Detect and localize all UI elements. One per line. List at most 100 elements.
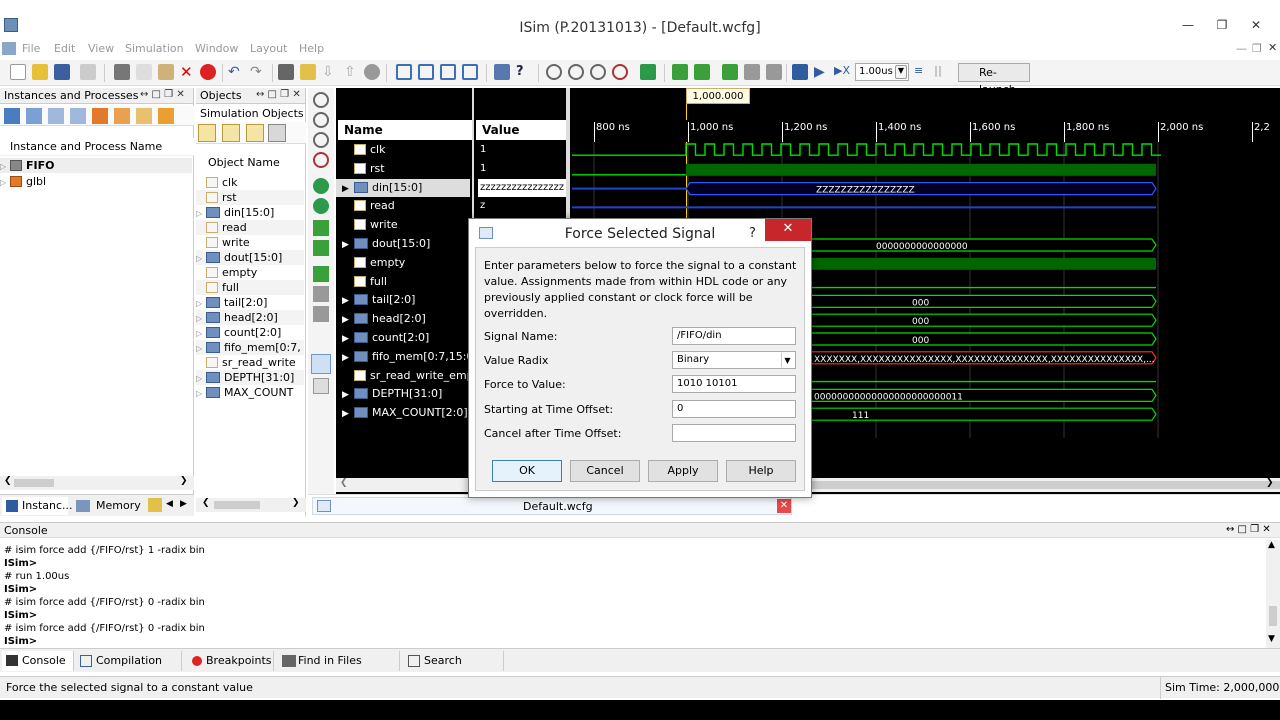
object-item[interactable]: ▷ tail[2:0] (196, 295, 304, 310)
break-icon[interactable]: || (934, 64, 950, 80)
restore-icon[interactable]: ❐ (1210, 18, 1234, 34)
block-filter-icon[interactable] (92, 108, 108, 124)
force-value-input[interactable]: 1010 10101 (672, 375, 796, 393)
zoom-in-icon[interactable] (313, 92, 329, 108)
new-file-icon[interactable] (10, 64, 26, 80)
run-time-dropdown-icon[interactable]: ▼ (895, 65, 907, 79)
wave-signal-row[interactable]: ▶ count[2:0] (336, 329, 470, 347)
wave-signal-row[interactable]: rst (336, 160, 470, 178)
wave-signal-row[interactable]: ▶ DEPTH[31:0] (336, 385, 470, 403)
cut-icon[interactable] (114, 64, 130, 80)
object-item[interactable]: ▷ din[15:0] (196, 205, 304, 220)
arrow-down-icon[interactable]: ⇩ (322, 64, 338, 80)
object-item[interactable]: ▷ MAX_COUNT (196, 385, 304, 400)
step-icon[interactable] (722, 64, 738, 80)
object-item[interactable]: rst (196, 190, 304, 205)
vhdl-filter-icon[interactable] (114, 108, 130, 124)
sort-icon[interactable] (136, 108, 152, 124)
previous-transition-icon[interactable] (313, 220, 329, 236)
undo-icon[interactable]: ↶ (228, 64, 244, 80)
scroll-right-icon[interactable]: ❯ (1266, 478, 1274, 488)
wave-signal-row[interactable]: ▶ fifo_mem[0:7,15:0] (336, 348, 478, 366)
expand-icon[interactable]: ▶ (336, 330, 354, 348)
object-item[interactable]: write (196, 235, 304, 250)
panel-controls-icon[interactable]: ↔ □ ❐ ✕ (140, 89, 185, 100)
save-icon[interactable] (54, 64, 70, 80)
restart-icon[interactable] (672, 64, 688, 80)
tools-icon[interactable] (494, 64, 510, 80)
cascade-icon[interactable] (396, 64, 412, 80)
wave-signal-row[interactable]: ▶ dout[15:0] (336, 235, 470, 253)
expand-icon[interactable]: ▶ (336, 311, 354, 329)
help-mark-icon[interactable]: ? (749, 219, 756, 249)
wave-signal-row[interactable]: clk (336, 141, 470, 159)
console-vscrollbar[interactable]: ▲ ▼ (1266, 540, 1280, 648)
menu-simulation[interactable]: Simulation (125, 42, 184, 55)
object-item[interactable]: ▷ DEPTH[31:0] (196, 370, 304, 385)
wave-signal-row[interactable]: full (336, 273, 470, 291)
object-column-header[interactable]: Object Name (196, 154, 306, 172)
tab-breakpoints[interactable]: Breakpoints (186, 651, 274, 671)
restart-sim-icon[interactable] (792, 64, 808, 80)
run-for-icon[interactable]: ▶X (834, 64, 850, 80)
menu-window[interactable]: Window (195, 42, 238, 55)
expand-icon[interactable]: ▶ (336, 292, 354, 310)
value-column-header[interactable]: Value (476, 120, 566, 140)
zoom-cursor-icon[interactable] (612, 64, 628, 80)
wave-signal-row[interactable]: write (336, 216, 470, 234)
swap-cursors-icon[interactable] (311, 354, 331, 374)
add-marker-icon[interactable] (313, 266, 329, 282)
sync-icon[interactable] (158, 108, 174, 124)
wave-signal-row[interactable]: ▶ head[2:0] (336, 310, 470, 328)
dialog-close-icon[interactable]: ✕ (765, 219, 811, 241)
find-next-icon[interactable] (300, 64, 316, 80)
open-folder-icon[interactable] (32, 64, 48, 80)
ok-button[interactable]: OK (492, 460, 562, 482)
mdi-child-icon[interactable] (2, 42, 16, 55)
expand-icon[interactable]: ▶ (336, 386, 354, 404)
wave-signal-row[interactable]: ▶ din[15:0] (336, 178, 470, 198)
expand-icon[interactable]: ▶ (336, 180, 354, 198)
expand-icon[interactable]: ▶ (336, 405, 354, 423)
tab-scroll-left-icon[interactable]: ◀ (166, 499, 173, 509)
find-icon[interactable] (278, 64, 294, 80)
object-item[interactable]: ▷ dout[15:0] (196, 250, 304, 265)
clear-icon[interactable] (364, 64, 380, 80)
zoom-cursor-icon[interactable] (313, 152, 329, 168)
output-ports-icon[interactable] (222, 124, 240, 142)
go-to-time-zero-icon[interactable] (313, 178, 329, 194)
tab-search-results[interactable]: Search Results (404, 651, 504, 687)
stop-icon[interactable] (200, 64, 216, 80)
process-filter-icon[interactable] (26, 108, 42, 124)
chevron-down-icon[interactable]: ▼ (781, 353, 793, 367)
objects-hscrollbar[interactable]: ❮ ❯ (196, 498, 306, 512)
cancel-offset-input[interactable] (672, 424, 796, 442)
close-icon[interactable]: ✕ (1244, 18, 1268, 34)
name-column-header[interactable]: Name (338, 120, 472, 140)
signal-filter-icon[interactable] (48, 108, 64, 124)
zoom-fit-icon[interactable] (313, 132, 329, 148)
console-output[interactable]: # isim force add {/FIFO/rst} 1 -radix bi… (0, 540, 1268, 648)
paste-icon[interactable] (158, 64, 174, 80)
mdi-minimize-icon[interactable]: — (1236, 42, 1247, 55)
inout-ports-icon[interactable] (246, 124, 264, 142)
value-radix-select[interactable]: Binary ▼ (672, 351, 796, 369)
wave-signal-row[interactable]: empty (336, 254, 470, 272)
expand-icon[interactable]: ▶ (336, 236, 354, 254)
tree-item-glbl[interactable]: ▷ glbl (0, 174, 46, 189)
apply-button[interactable]: Apply (648, 460, 718, 482)
mdi-close-icon[interactable]: ✕ (1268, 41, 1277, 54)
menu-edit[interactable]: Edit (54, 42, 75, 55)
next-transition-icon[interactable] (313, 240, 329, 256)
arrow-up-icon[interactable]: ⇧ (344, 64, 360, 80)
object-item[interactable]: ▷ count[2:0] (196, 325, 304, 340)
tab-compilation-log[interactable]: Compilation Log (76, 651, 182, 687)
step-time-icon[interactable]: ≡ (914, 64, 930, 80)
object-item[interactable]: empty (196, 265, 304, 280)
print-icon[interactable] (80, 64, 96, 80)
tab-instances[interactable]: Instanc... (2, 497, 73, 515)
next-marker-icon[interactable] (313, 306, 329, 322)
wave-signal-row[interactable]: ▶ tail[2:0] (336, 291, 470, 309)
port-filter-icon[interactable] (70, 108, 86, 124)
new-window-icon[interactable] (462, 64, 478, 80)
